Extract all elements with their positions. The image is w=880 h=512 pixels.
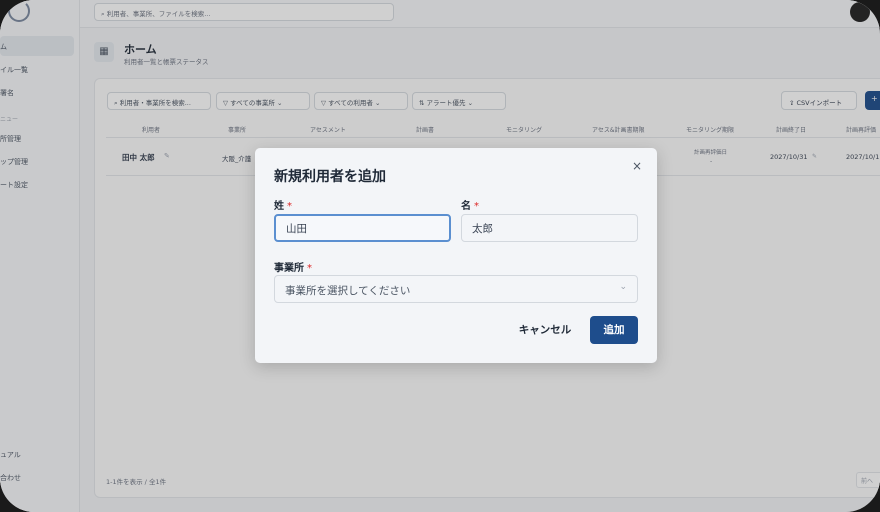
office-label: 事業所 * (274, 263, 312, 274)
chevron-down-icon: ⌄ (619, 282, 627, 292)
add-user-dialog: 新規利用者を追加 × 姓* 名* 事業所* 事業所を選択してください ⌄ キャン… (255, 148, 657, 363)
required-mark: * (307, 263, 312, 274)
dialog-title: 新規利用者を追加 (274, 169, 386, 185)
app-window: ム イル一覧 署名 ニュー 所管理 ップ管理 ート設定 ュアル 合わせ ⌕ 利用… (0, 0, 880, 512)
last-name-field[interactable] (274, 214, 451, 242)
close-icon[interactable]: × (630, 159, 644, 173)
first-name-field[interactable] (461, 214, 638, 242)
required-mark: * (474, 201, 479, 212)
required-mark: * (287, 201, 292, 212)
cancel-button[interactable]: キャンセル (510, 317, 580, 343)
office-select[interactable]: 事業所を選択してください ⌄ (274, 275, 638, 303)
last-name-label: 姓 * (274, 201, 292, 212)
add-button[interactable]: 追加 (590, 316, 638, 344)
first-name-label: 名 * (461, 201, 479, 212)
